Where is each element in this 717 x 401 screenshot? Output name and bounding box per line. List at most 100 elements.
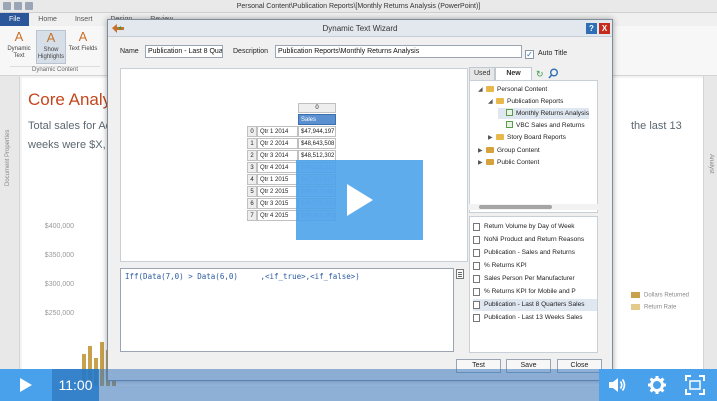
tab-new[interactable]: New: [495, 67, 532, 80]
row-index[interactable]: 6: [247, 198, 257, 209]
row-value[interactable]: $47,944,197: [298, 126, 336, 137]
legend-item: Dollars Returned: [631, 292, 689, 299]
play-icon: [347, 184, 373, 216]
list-item[interactable]: Sales Person Per Manufacturer: [473, 273, 575, 285]
tree-item[interactable]: ▶ Group Content: [478, 145, 540, 156]
tree-item[interactable]: ◢ Publication Reports: [488, 96, 563, 107]
slide-body-right: the last 13: [631, 120, 682, 132]
document-properties-pane[interactable]: Document Properties: [0, 76, 20, 386]
list-item-label: Return Volume by Day of Week: [484, 223, 575, 230]
play-icon: [20, 378, 32, 392]
row-label[interactable]: Qtr 1 2015: [257, 174, 298, 185]
tree-horizontal-scrollbar[interactable]: [469, 204, 598, 210]
tab-insert[interactable]: Insert: [66, 13, 102, 26]
report-icon: [506, 121, 513, 128]
row-label[interactable]: Qtr 4 2015: [257, 210, 298, 221]
row-label[interactable]: Qtr 2 2015: [257, 186, 298, 197]
tree-item[interactable]: ◢ Personal Content: [478, 84, 547, 95]
show-highlights-button[interactable]: A Show Highlights: [36, 30, 66, 64]
row-index[interactable]: 0: [247, 126, 257, 137]
tree-item[interactable]: VBC Sales and Returns: [498, 120, 585, 131]
search-icon[interactable]: [548, 68, 559, 79]
tree-item[interactable]: Monthly Returns Analysis: [498, 108, 589, 119]
fullscreen-icon[interactable]: [685, 375, 705, 395]
video-duration: 11:00: [52, 369, 99, 401]
slide-title: Core Analys: [28, 90, 120, 109]
row-label[interactable]: Qtr 3 2015: [257, 198, 298, 209]
undo-icon[interactable]: [14, 2, 22, 10]
row-value[interactable]: $48,643,508: [298, 138, 336, 149]
tree-item-label: VBC Sales and Returns: [516, 122, 585, 129]
tree-item[interactable]: ▶ Story Board Reports: [488, 132, 566, 143]
video-right-controls: [599, 369, 717, 401]
text-fields-button[interactable]: A Text Fields: [68, 30, 98, 53]
expand-arrow-icon[interactable]: ◢: [478, 85, 486, 96]
y-axis-label: $400,000: [44, 223, 74, 230]
quick-access-toolbar: [3, 2, 33, 10]
video-play-button[interactable]: [0, 369, 52, 401]
list-item[interactable]: Publication - Sales and Returns: [473, 247, 575, 259]
legend-item: Return Rate: [631, 304, 676, 311]
row-index[interactable]: 4: [247, 174, 257, 185]
row-label[interactable]: Qtr 4 2014: [257, 162, 298, 173]
settings-gear-icon[interactable]: [647, 375, 667, 395]
list-item-label: Sales Person Per Manufacturer: [484, 275, 575, 282]
volume-icon[interactable]: [607, 375, 627, 395]
ppt-window-title: Personal Content\Publication Reports\[Mo…: [236, 3, 481, 10]
column-header[interactable]: 0: [298, 103, 336, 113]
video-controls: 11:00: [0, 369, 717, 401]
tree-item-label: Monthly Returns Analysis: [516, 110, 589, 117]
dynamic-text-button[interactable]: A Dynamic Text: [4, 30, 34, 60]
save-icon[interactable]: [3, 2, 11, 10]
row-label[interactable]: Qtr 3 2014: [257, 150, 298, 161]
expand-arrow-icon[interactable]: ▶: [488, 133, 496, 144]
group-folder-icon: [486, 159, 494, 165]
name-input[interactable]: Publication - Last 8 Qua: [145, 45, 223, 58]
sales-column-header[interactable]: Sales: [298, 114, 336, 125]
list-item[interactable]: % Returns KPI: [473, 260, 527, 272]
tree-item[interactable]: ▶ Public Content: [478, 157, 539, 168]
expand-arrow-icon[interactable]: ◢: [488, 97, 496, 108]
highlight-icon: A: [46, 30, 56, 45]
help-button[interactable]: ?: [586, 23, 597, 34]
scrollbar-thumb[interactable]: [479, 205, 552, 209]
redo-icon[interactable]: [25, 2, 33, 10]
row-index[interactable]: 5: [247, 186, 257, 197]
row-index[interactable]: 2: [247, 150, 257, 161]
app-logo-icon: [112, 24, 124, 33]
row-index[interactable]: 1: [247, 138, 257, 149]
document-icon: [473, 301, 480, 309]
row-index[interactable]: 7: [247, 210, 257, 221]
auto-title-checkbox[interactable]: ✓: [525, 50, 534, 59]
expand-arrow-icon[interactable]: ▶: [478, 146, 486, 157]
list-item-label: Publication - Last 8 Quarters Sales: [484, 301, 585, 308]
expand-arrow-icon[interactable]: ▶: [478, 158, 486, 169]
tree-item-label: Public Content: [497, 159, 540, 166]
list-item[interactable]: Publication - Last 13 Weeks Sales: [473, 312, 583, 324]
document-icon: [473, 236, 480, 244]
row-index[interactable]: 3: [247, 162, 257, 173]
description-input[interactable]: Publication Reports\Monthly Returns Anal…: [275, 45, 522, 58]
list-item[interactable]: Return Volume by Day of Week: [473, 221, 575, 233]
row-label[interactable]: Qtr 2 2014: [257, 138, 298, 149]
tab-used[interactable]: Used: [469, 67, 496, 80]
tab-file[interactable]: File: [0, 13, 30, 26]
y-axis-label: $250,000: [44, 310, 74, 317]
list-item-label: % Returns KPI for Mobile and P: [484, 288, 576, 295]
analyst-pane[interactable]: Analyst: [703, 76, 717, 386]
list-item[interactable]: NoNi Product and Return Reasons: [473, 234, 584, 246]
dialog-close-button[interactable]: X: [599, 23, 610, 34]
formula-editor[interactable]: Iff(Data(7,0) > Data(6,0) ,<if_true>,<if…: [120, 268, 454, 352]
slide-body-line-1: Total sales for Ac: [28, 120, 112, 132]
name-label: Name: [120, 48, 139, 55]
list-item[interactable]: Publication - Last 8 Quarters Sales: [473, 299, 597, 311]
function-list-icon[interactable]: [456, 269, 464, 279]
document-icon: [473, 249, 480, 257]
refresh-icon[interactable]: ↻: [536, 69, 546, 79]
dialog-title-bar: Dynamic Text Wizard ? X: [108, 20, 612, 37]
video-play-overlay[interactable]: [296, 160, 423, 240]
video-progress-bar[interactable]: [99, 369, 599, 401]
list-item[interactable]: % Returns KPI for Mobile and P: [473, 286, 576, 298]
tab-home[interactable]: Home: [29, 13, 66, 26]
row-label[interactable]: Qtr 1 2014: [257, 126, 298, 137]
